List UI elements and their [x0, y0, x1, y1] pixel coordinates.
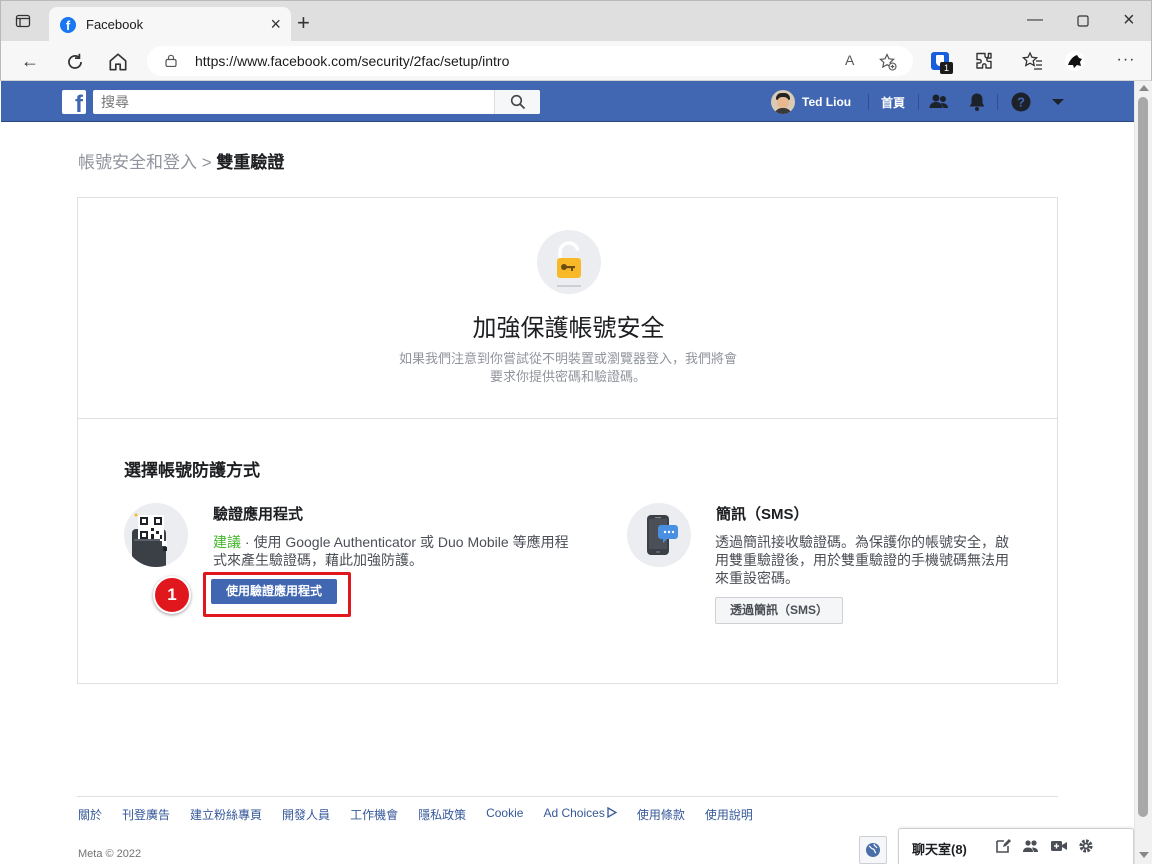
header-divider — [997, 94, 998, 110]
footer-links: 關於 刊登廣告 建立粉絲專頁 開發人員 工作機會 隱私政策 Cookie Ad … — [78, 806, 753, 823]
url-text[interactable]: https://www.facebook.com/security/2fac/s… — [195, 53, 509, 69]
profile-avatar-icon[interactable] — [1063, 49, 1087, 73]
use-auth-app-button[interactable]: 使用驗證應用程式 — [211, 579, 337, 604]
home-link[interactable]: 首頁 — [881, 94, 905, 111]
footer-link[interactable]: 工作機會 — [350, 806, 398, 823]
breadcrumb: 帳號安全和登入 > 雙重驗證 — [78, 148, 284, 173]
page-scrollbar[interactable] — [1134, 81, 1152, 864]
tab-actions-icon[interactable] — [15, 13, 31, 29]
minimize-icon[interactable]: — — [1027, 11, 1043, 29]
avatar — [771, 90, 795, 114]
sms-phone-icon — [627, 503, 691, 567]
scroll-up-arrow-icon[interactable] — [1139, 85, 1149, 91]
account-menu-chevron-down-icon[interactable] — [1047, 91, 1069, 113]
tab-title: Facebook — [86, 17, 144, 32]
search-box — [93, 90, 540, 114]
footer-link[interactable]: Cookie — [486, 806, 523, 823]
password-manager-extension-icon[interactable]: 1 — [929, 49, 953, 74]
favorites-icon[interactable] — [1021, 49, 1045, 73]
footer-link[interactable]: 使用說明 — [705, 806, 753, 823]
browser-toolbar: ← https://www.facebook.com/security/2fac… — [0, 41, 1152, 81]
auth-app-description: 建議 · 使用 Google Authenticator 或 Duo Mobil… — [213, 533, 573, 569]
read-aloud-icon[interactable]: A — [845, 52, 854, 68]
browser-tabstrip: f Facebook × + — × — [0, 0, 1152, 42]
footer-link[interactable]: 刊登廣告 — [122, 806, 170, 823]
footer-divider — [77, 796, 1058, 797]
search-input[interactable] — [93, 90, 493, 114]
footer-link-ad-choices[interactable]: Ad Choices — [543, 806, 618, 823]
authenticator-app-icon — [124, 503, 188, 567]
scroll-down-arrow-icon[interactable] — [1139, 852, 1149, 858]
profile-link[interactable]: Ted Liou — [771, 89, 851, 115]
create-group-icon[interactable] — [1022, 837, 1040, 855]
hero-title: 加強保護帳號安全 — [472, 315, 665, 342]
add-favorite-icon[interactable] — [879, 53, 897, 71]
user-name: Ted Liou — [802, 95, 852, 109]
breadcrumb-parent-link[interactable]: 帳號安全和登入 — [78, 153, 197, 172]
recommended-label: 建議 — [213, 534, 241, 550]
chat-sidebar-bar[interactable]: 聊天室(8) — [898, 828, 1134, 864]
lock-icon[interactable] — [165, 54, 177, 67]
header-divider — [868, 94, 869, 110]
more-options-icon[interactable]: ··· — [1115, 49, 1137, 71]
extension-badge: 1 — [940, 62, 953, 74]
footer-link[interactable]: 隱私政策 — [418, 806, 466, 823]
ad-choices-icon — [607, 806, 618, 819]
breadcrumb-current: 雙重驗證 — [216, 153, 285, 172]
back-arrow-icon[interactable]: ← — [19, 50, 41, 72]
breadcrumb-separator: > — [201, 153, 212, 172]
ad-choices-label: Ad Choices — [543, 806, 605, 820]
card-divider — [78, 418, 1057, 419]
footer-link[interactable]: 使用條款 — [637, 806, 685, 823]
section-title: 選擇帳號防護方式 — [124, 461, 260, 480]
maximize-icon[interactable] — [1077, 15, 1089, 27]
search-button[interactable] — [494, 90, 540, 114]
use-sms-button[interactable]: 透過簡訊（SMS） — [715, 597, 843, 624]
auth-app-description-text: · 使用 Google Authenticator 或 Duo Mobile 等… — [213, 534, 569, 568]
hero-description: 如果我們注意到你嘗試從不明裝置或瀏覽器登入，我們將會要求你提供密碼和驗證碼。 — [398, 351, 737, 384]
close-window-icon[interactable]: × — [1123, 9, 1135, 32]
chat-label[interactable]: 聊天室(8) — [912, 839, 967, 858]
browser-tab-facebook[interactable]: f Facebook × — [49, 7, 291, 42]
video-call-icon[interactable] — [1050, 837, 1068, 855]
footer-link[interactable]: 關於 — [78, 806, 102, 823]
address-bar[interactable]: https://www.facebook.com/security/2fac/s… — [147, 46, 913, 76]
scroll-thumb[interactable] — [1138, 97, 1148, 817]
facebook-logo-icon[interactable]: f — [62, 90, 86, 114]
search-icon — [510, 94, 526, 110]
header-divider — [918, 94, 919, 110]
refresh-icon[interactable] — [64, 51, 86, 73]
copyright: Meta © 2022 — [78, 848, 142, 860]
footer-link[interactable]: 建立粉絲專頁 — [190, 806, 262, 823]
help-icon[interactable]: ? — [1010, 91, 1032, 113]
globe-icon — [866, 843, 880, 857]
two-factor-card: 加強保護帳號安全 如果我們注意到你嘗試從不明裝置或瀏覽器登入，我們將會要求你提供… — [77, 197, 1058, 684]
sms-description: 透過簡訊接收驗證碼。為保護你的帳號安全，啟用雙重驗證後，用於雙重驗證的手機號碼無… — [715, 534, 1009, 586]
friend-requests-icon[interactable] — [928, 91, 950, 113]
unlocked-padlock-icon — [537, 230, 601, 294]
close-tab-icon[interactable]: × — [270, 15, 281, 33]
svg-text:?: ? — [1017, 95, 1025, 110]
footer-link[interactable]: 開發人員 — [282, 806, 330, 823]
extensions-puzzle-icon[interactable] — [972, 49, 996, 73]
notifications-bell-icon[interactable] — [966, 91, 988, 113]
new-tab-icon[interactable]: + — [297, 12, 310, 34]
new-message-icon[interactable] — [994, 837, 1012, 855]
facebook-favicon-icon: f — [60, 17, 76, 33]
facebook-header: f Ted Liou 首頁 ? — [1, 81, 1134, 122]
annotation-step-badge: 1 — [153, 576, 191, 614]
auth-app-title: 驗證應用程式 — [213, 506, 304, 523]
home-icon[interactable] — [107, 51, 129, 73]
sms-title: 簡訊（SMS） — [716, 506, 809, 523]
language-globe-button[interactable] — [859, 836, 887, 864]
chat-settings-gear-icon[interactable] — [1077, 837, 1095, 855]
